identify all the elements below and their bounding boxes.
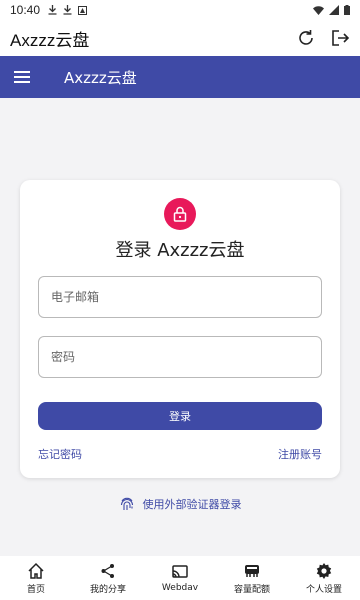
external-auth-label: 使用外部验证器登录 [142,498,242,511]
download-icon [48,5,57,15]
password-field[interactable] [38,336,322,378]
nav-quota-label: 容量配额 [233,584,270,595]
login-title: 登录 Axzzz云盘 [115,240,245,261]
nav-webdav-label: Webdav [161,583,199,593]
login-button[interactable]: 登录 [38,402,322,430]
battery-icon [344,5,350,15]
menu-icon[interactable] [14,71,36,83]
login-card: 登录 Axzzz云盘 登录 忘记密码 注册账号 [20,180,340,478]
nav-my-share-label: 我的分享 [89,584,126,595]
download-icon [63,5,72,15]
nav-quota[interactable]: 容量配额 [216,556,288,600]
cast-icon [172,565,188,578]
nav-webdav[interactable]: Webdav [144,556,216,600]
refresh-icon[interactable] [296,28,316,48]
email-field[interactable] [38,276,322,318]
toolbar-title: Axzzz云盘 [64,68,137,87]
register-link[interactable]: 注册账号 [278,446,322,462]
external-auth-login[interactable]: 使用外部验证器登录 [0,496,360,512]
status-time: 10:40 [10,3,41,17]
app-bar: Axzzz云盘 [0,20,360,56]
storage-icon [245,564,259,577]
nav-home[interactable]: 首页 [0,556,72,600]
signal-icon [329,5,339,15]
bottom-nav: 首页 我的分享 Webdav 容量配额 个人设置 [0,556,360,600]
lock-icon [173,206,187,222]
share-icon [101,563,114,578]
gear-icon [316,562,332,579]
notification-icon [78,5,88,15]
wifi-icon [313,5,324,15]
home-icon [28,562,44,579]
forgot-password-link[interactable]: 忘记密码 [38,446,82,462]
lock-badge [164,198,196,230]
logout-icon[interactable] [330,28,350,48]
nav-home-label: 首页 [26,584,45,595]
toolbar: Axzzz云盘 [0,56,360,98]
status-bar: 10:40 [0,0,360,20]
fingerprint-icon [120,497,133,510]
nav-my-share[interactable]: 我的分享 [72,556,144,600]
nav-settings[interactable]: 个人设置 [288,556,360,600]
app-title: Axzzz云盘 [10,30,90,50]
nav-settings-label: 个人设置 [305,584,342,595]
